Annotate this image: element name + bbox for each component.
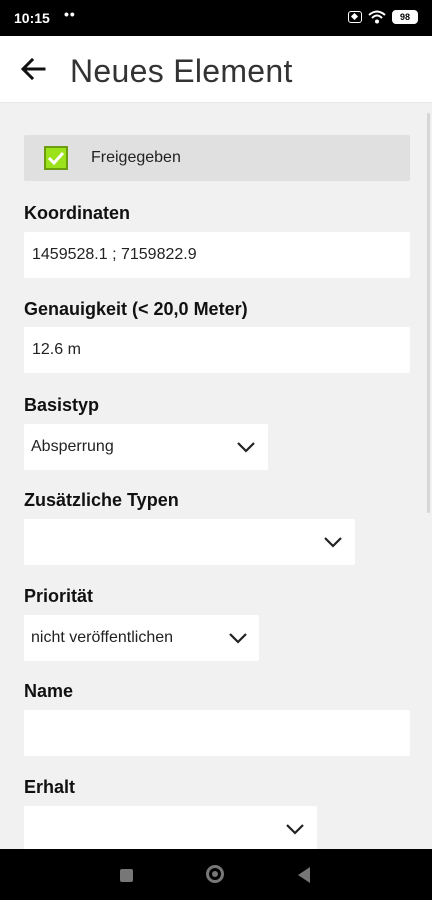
- erhalt-select[interactable]: [24, 806, 317, 849]
- nav-back-icon[interactable]: [298, 867, 310, 883]
- basistyp-value: Absperrung: [31, 438, 114, 455]
- zusaetzliche-typen-label: Zusätzliche Typen: [24, 490, 179, 510]
- wifi-icon: [368, 10, 386, 24]
- status-time: 10:15: [14, 10, 50, 26]
- chevron-down-icon: [237, 442, 255, 453]
- scrollbar[interactable]: [427, 113, 430, 513]
- name-label: Name: [24, 681, 74, 701]
- form-content[interactable]: Freigegeben Koordinaten 1459528.1 ; 7159…: [0, 103, 432, 849]
- chevron-down-icon: [324, 537, 342, 548]
- genauigkeit-field[interactable]: 12.6 m: [24, 327, 410, 373]
- battery-icon: 98: [392, 10, 418, 24]
- freigegeben-toggle[interactable]: Freigegeben: [24, 135, 410, 181]
- koordinaten-label: Koordinaten: [24, 203, 130, 223]
- page-title: Neues Element: [70, 53, 293, 89]
- screen-icon: [348, 11, 362, 23]
- basistyp-label: Basistyp: [24, 395, 100, 415]
- check-icon: [47, 151, 65, 165]
- erhalt-label: Erhalt: [24, 777, 76, 797]
- app-bar: Neues Element: [0, 36, 432, 103]
- status-icons: 98: [348, 10, 418, 24]
- basistyp-select[interactable]: Absperrung: [24, 424, 268, 470]
- back-button[interactable]: [18, 54, 48, 84]
- prioritaet-value: nicht veröffentlichen: [31, 629, 174, 646]
- status-bar: 10:15 •• 98: [0, 0, 432, 36]
- zusaetzliche-typen-select[interactable]: [24, 519, 355, 565]
- freigegeben-label: Freigegeben: [91, 149, 181, 166]
- recents-icon[interactable]: [120, 869, 133, 882]
- prioritaet-select[interactable]: nicht veröffentlichen: [24, 615, 259, 661]
- home-icon[interactable]: [206, 865, 224, 883]
- freigegeben-checkbox[interactable]: [44, 146, 68, 170]
- chevron-down-icon: [229, 633, 247, 644]
- koordinaten-field[interactable]: 1459528.1 ; 7159822.9: [24, 232, 410, 278]
- name-field[interactable]: [24, 710, 410, 756]
- prioritaet-label: Priorität: [24, 586, 94, 606]
- system-nav-bar: [0, 849, 432, 900]
- notification-dots: ••: [64, 6, 76, 22]
- chevron-down-icon: [286, 824, 304, 835]
- genauigkeit-label: Genauigkeit (< 20,0 Meter): [24, 299, 248, 319]
- arrow-left-icon: [20, 58, 46, 80]
